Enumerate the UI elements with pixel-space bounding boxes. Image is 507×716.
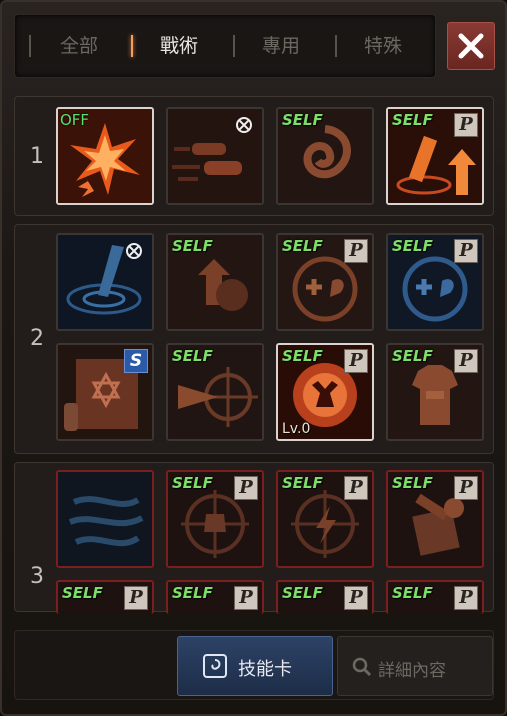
skill-slot-strength-up-blue[interactable]: SELF P bbox=[386, 233, 484, 331]
self-label: SELF bbox=[282, 237, 323, 255]
self-label: SELF bbox=[392, 111, 433, 129]
row-number: 2 bbox=[30, 326, 44, 351]
self-label: SELF bbox=[392, 237, 433, 255]
passive-badge: P bbox=[454, 349, 478, 373]
passive-badge: P bbox=[234, 586, 258, 610]
self-label: SELF bbox=[172, 237, 213, 255]
self-label: SELF bbox=[392, 347, 433, 365]
passive-badge: P bbox=[344, 476, 368, 500]
self-label: SELF bbox=[282, 347, 323, 365]
row-number: 3 bbox=[30, 564, 44, 589]
lock-icon bbox=[126, 243, 142, 259]
off-label: OFF bbox=[60, 111, 90, 129]
skill-card-icon bbox=[203, 654, 227, 678]
tab-tactics[interactable]: 戰術 bbox=[143, 31, 215, 61]
tab-special[interactable]: 特殊 bbox=[347, 31, 419, 61]
lock-icon bbox=[236, 117, 252, 133]
passive-badge: P bbox=[454, 239, 478, 263]
passive-badge: P bbox=[454, 113, 478, 137]
skill-slot-shield-burst[interactable]: SELF P bbox=[386, 470, 484, 568]
passive-badge: P bbox=[454, 476, 478, 500]
skill-slot-water-shot[interactable] bbox=[56, 233, 154, 331]
tab-separator bbox=[29, 35, 31, 57]
skill-slot-wind-blue[interactable] bbox=[56, 470, 154, 568]
self-label: SELF bbox=[62, 584, 103, 602]
self-label: SELF bbox=[172, 584, 213, 602]
skill-slot-partial-1[interactable]: SELF P bbox=[56, 580, 154, 614]
skill-slot-strength-up[interactable]: SELF P bbox=[276, 233, 374, 331]
self-label: SELF bbox=[392, 474, 433, 492]
special-badge: S bbox=[124, 349, 148, 373]
skill-slot-aim-shot[interactable]: SELF bbox=[166, 343, 264, 441]
skill-slot-bullets[interactable] bbox=[166, 107, 264, 205]
skill-slot-target-beast[interactable]: SELF P bbox=[166, 470, 264, 568]
tab-exclusive[interactable]: 專用 bbox=[245, 31, 317, 61]
skill-card-label: 技能卡 bbox=[238, 659, 292, 680]
skill-slot-target-lightning[interactable]: SELF P bbox=[276, 470, 374, 568]
close-button[interactable] bbox=[447, 22, 495, 70]
details-button[interactable]: 詳細內容 bbox=[337, 636, 493, 696]
skill-slot-partial-4[interactable]: SELF P bbox=[386, 580, 484, 614]
passive-badge: P bbox=[454, 586, 478, 610]
skill-slot-scroll[interactable]: S bbox=[56, 343, 154, 441]
tab-active-indicator bbox=[131, 35, 133, 57]
tab-separator bbox=[335, 35, 337, 57]
passive-badge: P bbox=[344, 586, 368, 610]
close-icon bbox=[458, 33, 484, 59]
self-label: SELF bbox=[282, 474, 323, 492]
skill-slot-berserk[interactable]: SELF P Lv.0 bbox=[276, 343, 374, 441]
skill-slot-body-armor[interactable]: SELF P bbox=[386, 343, 484, 441]
skill-slot-partial-3[interactable]: SELF P bbox=[276, 580, 374, 614]
passive-badge: P bbox=[344, 349, 368, 373]
passive-badge: P bbox=[234, 476, 258, 500]
self-label: SELF bbox=[282, 111, 323, 129]
level-label: Lv.0 bbox=[282, 421, 311, 437]
skill-slot-swirl[interactable]: SELF bbox=[276, 107, 374, 205]
details-label: 詳細內容 bbox=[378, 661, 446, 681]
passive-badge: P bbox=[344, 239, 368, 263]
skill-slot-armor-up[interactable]: SELF bbox=[166, 233, 264, 331]
tab-separator bbox=[233, 35, 235, 57]
skill-card-button[interactable]: 技能卡 bbox=[177, 636, 333, 696]
skill-slot-boost[interactable]: SELF P bbox=[386, 107, 484, 205]
search-icon bbox=[352, 657, 372, 677]
wind-skill-icon bbox=[58, 472, 152, 566]
skill-slot-explosion[interactable]: OFF bbox=[56, 107, 154, 205]
self-label: SELF bbox=[282, 584, 323, 602]
row-number: 1 bbox=[30, 144, 44, 169]
skill-slot-partial-2[interactable]: SELF P bbox=[166, 580, 264, 614]
tab-bar: 全部 戰術 專用 特殊 bbox=[14, 14, 436, 78]
self-label: SELF bbox=[172, 474, 213, 492]
self-label: SELF bbox=[172, 347, 213, 365]
self-label: SELF bbox=[392, 584, 433, 602]
tab-all[interactable]: 全部 bbox=[43, 31, 115, 61]
passive-badge: P bbox=[124, 586, 148, 610]
